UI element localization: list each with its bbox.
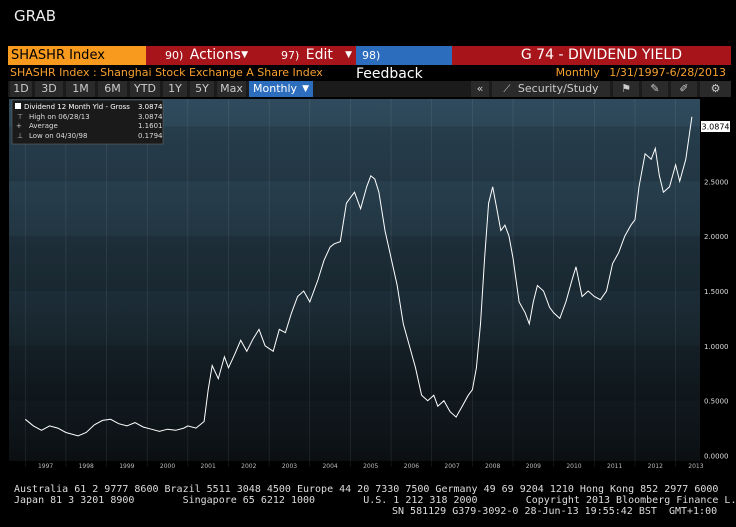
last-value-tag: 3.0874 [701,121,730,132]
y-axis-labels: 0.00000.50001.00001.50002.00002.50003.00… [704,123,729,460]
x-tick-label: 2005 [363,463,378,470]
legend-avg-label: Average [29,122,58,130]
y-tick-label: 1.5000 [704,288,729,296]
x-tick-label: 2006 [404,463,419,470]
x-tick-label: 2010 [566,463,581,470]
legend-series-value: 3.0874 [138,103,163,111]
x-tick-label: 1999 [119,463,134,470]
legend-low-value: 0.1794 [138,132,163,140]
legend-swatch [15,103,21,109]
x-axis-labels: 1997 1998 1999 2000 2001 2002 2003 2004 2005 2006… [38,463,704,470]
legend-avg-icon: + [16,122,22,130]
last-value-label: 3.0874 [702,123,730,132]
y-tick-label: 2.5000 [704,178,729,186]
legend-box: Dividend 12 Month Yld - Gross 3.0874 ⊤ H… [11,99,164,145]
legend-low-label: Low on 04/30/98 [29,132,87,140]
legend-avg-value: 1.1601 [138,122,163,130]
legend-low-icon: ⊥ [17,132,23,140]
x-tick-label: 2003 [282,463,297,470]
y-tick-label: 0.0000 [704,453,729,461]
x-tick-label: 2002 [241,463,256,470]
x-tick-label: 2000 [160,463,175,470]
x-tick-label: 1997 [38,463,53,470]
x-tick-label: 2013 [688,463,703,470]
y-gridband [9,345,700,401]
x-tick-label: 2007 [444,463,459,470]
y-gridbands [9,126,700,401]
footer-session-info: SN 581129 G379-3092-0 28-Jun-13 19:55:42… [392,506,718,517]
legend-high-label: High on 06/28/13 [29,113,90,121]
x-tick-label: 2011 [607,463,622,470]
x-tick-label: 2009 [526,463,541,470]
y-gridband [9,236,700,291]
x-tick-label: 2012 [648,463,663,470]
x-tick-label: 2004 [322,463,337,470]
x-tick-label: 2001 [201,463,216,470]
dividend-yield-chart[interactable]: 0.00000.50001.00001.50002.00002.50003.00… [0,0,736,527]
legend-high-icon: ⊤ [17,113,23,121]
x-tick-label: 1998 [79,463,94,470]
footer-contacts-line2: Japan 81 3 3201 8900 Singapore 65 6212 1… [14,495,736,506]
y-tick-label: 2.0000 [704,233,729,241]
legend-series-name: Dividend 12 Month Yld - Gross [24,103,130,111]
footer-contacts-line1: Australia 61 2 9777 8600 Brazil 5511 304… [14,484,719,495]
y-tick-label: 1.0000 [704,343,729,351]
y-tick-label: 0.5000 [704,398,729,406]
legend-high-value: 3.0874 [138,113,163,121]
x-tick-label: 2008 [485,463,500,470]
